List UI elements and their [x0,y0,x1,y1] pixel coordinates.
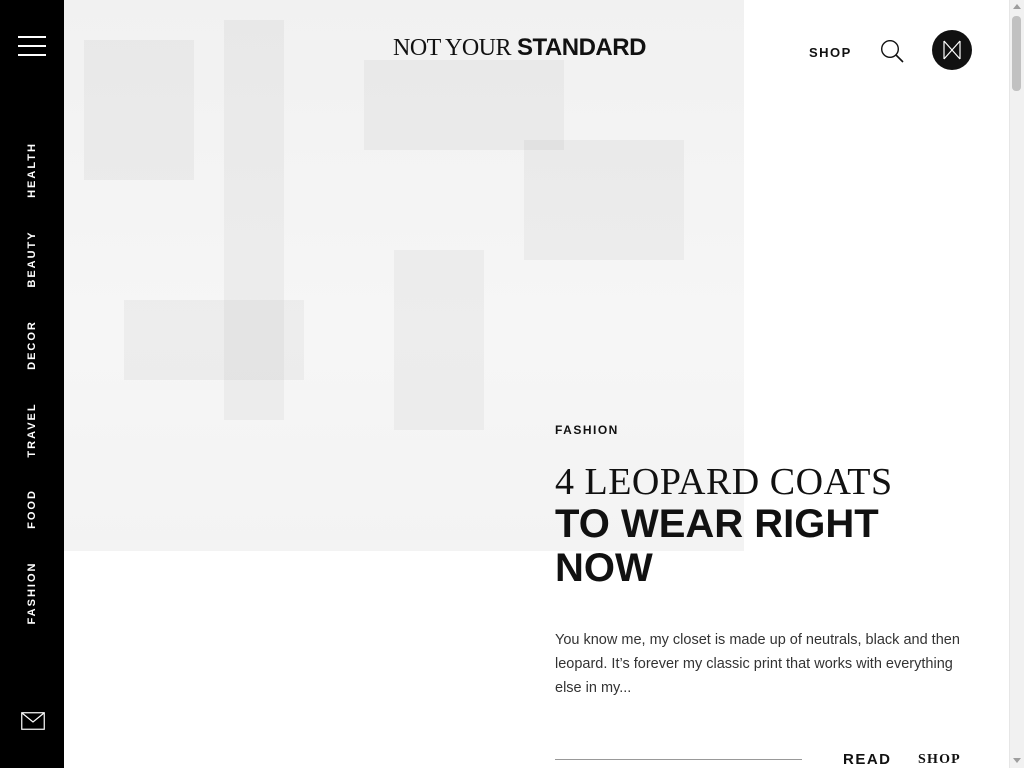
brand-monogram-icon[interactable] [932,30,972,70]
scroll-down-arrow-icon[interactable] [1013,758,1021,763]
sidebar-item-travel[interactable]: TRAVEL [26,402,38,457]
page-scrollbar[interactable] [1009,0,1024,768]
search-icon[interactable] [880,39,904,63]
scroll-up-arrow-icon[interactable] [1013,4,1021,9]
site-logo[interactable]: NOT YOUR STANDARD [393,34,646,62]
header-shop-link[interactable]: SHOP [809,45,852,60]
article-title-line2[interactable]: TO WEAR RIGHT NOW [555,502,975,590]
logo-sans-text: STANDARD [517,34,646,61]
sidebar-item-decor[interactable]: DECOR [26,320,38,370]
shop-button[interactable]: SHOP [918,752,961,768]
mail-icon[interactable] [21,712,45,730]
sidebar-item-beauty[interactable]: BEAUTY [26,230,38,287]
sidebar-item-health[interactable]: HEALTH [26,142,38,198]
sidebar: HEALTH BEAUTY DECOR TRAVEL FOOD FASHION [0,0,64,768]
logo-serif-text: NOT YOUR [393,35,512,61]
article-category[interactable]: FASHION [555,423,619,437]
article-excerpt: You know me, my closet is made up of neu… [555,632,960,696]
category-nav: HEALTH BEAUTY DECOR TRAVEL FOOD FASHION [0,0,64,768]
sidebar-item-fashion[interactable]: FASHION [26,562,38,625]
sidebar-item-food[interactable]: FOOD [26,489,38,529]
read-button[interactable]: READ [843,751,892,768]
scroll-thumb[interactable] [1012,16,1021,91]
divider [555,759,802,760]
article-title-line1[interactable]: 4 LEOPARD COATS [555,460,893,504]
